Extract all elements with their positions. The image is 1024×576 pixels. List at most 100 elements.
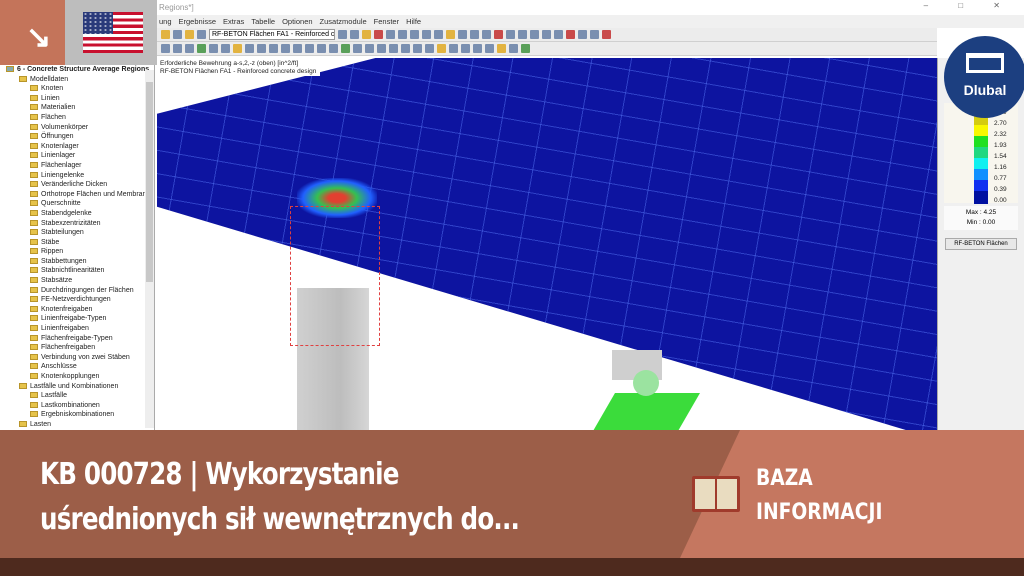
folder-icon [19,420,27,427]
tree-item[interactable]: Materialien [0,103,154,113]
legend-value: 1.54 [994,153,1007,160]
folder-icon [19,382,27,389]
tree-item[interactable]: Modelldaten [0,75,154,85]
tree-item-label: Stabexzentrizitäten [41,219,101,227]
folder-icon [30,305,38,312]
menu-item[interactable]: Extras [223,17,244,26]
tree-item[interactable]: Flächenlager [0,161,154,171]
slab-surface [157,58,937,430]
tree-item[interactable]: Lastkombinationen [0,401,154,411]
menu-item[interactable]: Zusatzmodule [320,17,367,26]
tree-item-label: Veränderliche Dicken [41,181,108,189]
menu-item[interactable]: ung [159,17,172,26]
menu-item[interactable]: Optionen [282,17,312,26]
rf-beton-button[interactable]: RF-BETON Flächen [945,238,1017,250]
legend-value: 1.93 [994,142,1007,149]
folder-icon [30,401,38,408]
tree-item[interactable]: Stabsätze [0,276,154,286]
tree-item[interactable]: Lastfälle [0,391,154,401]
tree-item[interactable]: Stabexzentrizitäten [0,219,154,229]
folder-icon [30,267,38,274]
folder-icon [30,238,38,245]
tree-item[interactable]: Öffnungen [0,132,154,142]
folder-icon [30,142,38,149]
tree-item[interactable]: Stabbettungen [0,257,154,267]
folder-icon [30,200,38,207]
tree-item-label: Öffnungen [41,133,74,141]
support-plate [589,393,700,430]
tree-item[interactable]: Knoten [0,84,154,94]
folder-icon [30,171,38,178]
tree-item[interactable]: Anschlüsse [0,362,154,372]
model-viewport[interactable]: Erforderliche Bewehrung a-s,2,-z (oben) … [157,58,937,430]
tree-item[interactable]: Stabteilungen [0,228,154,238]
window-controls[interactable]: – □ ✕ [924,1,1014,10]
module-combo[interactable]: RF-BETON Flächen FA1 - Reinforced co [209,29,335,40]
tree-item[interactable]: Linienfreigabe-Typen [0,314,154,324]
folder-icon [30,257,38,264]
tree-item-label: Stabteilungen [41,229,84,237]
toolbar-1: RF-BETON Flächen FA1 - Reinforced co [157,28,937,42]
tree-item-label: Stabsätze [41,277,73,285]
tree-item[interactable]: Linien [0,94,154,104]
tree-item[interactable]: Linienlager [0,151,154,161]
tree-item[interactable]: Lasten [0,420,154,430]
tree-item[interactable]: Ergebniskombinationen [0,410,154,420]
tree-item[interactable]: Knotenfreigaben [0,305,154,315]
tree-item[interactable]: Flächenfreigaben [0,343,154,353]
us-flag-icon[interactable] [83,12,143,53]
menu-item[interactable]: Tabelle [251,17,275,26]
tree-item[interactable]: Querschnitte [0,199,154,209]
tree-item[interactable]: Linienfreigaben [0,324,154,334]
tree-item-label: Linienfreigabe-Typen [41,315,107,323]
folder-icon [30,113,38,120]
tree-item[interactable]: Orthotrope Flächen und Membran [0,190,154,200]
tree-item[interactable]: Flächen [0,113,154,123]
tree-item[interactable]: Rippen [0,247,154,257]
info-line: RF-BETON Flächen FA1 - Reinforced concre… [160,68,317,75]
tree-item-label: Modelldaten [30,75,69,83]
legend-value: 0.00 [994,197,1007,204]
tree-scrollbar[interactable] [145,70,154,428]
legend-value: 2.70 [994,120,1007,127]
tree-item-label: Orthotrope Flächen und Membran [41,190,147,198]
tree-item[interactable]: Flächenfreigabe-Typen [0,334,154,344]
tree-item[interactable]: Knotenlager [0,142,154,152]
category-line-1: BAZA [756,466,813,491]
folder-icon [19,75,27,82]
window-title: Regions*] [159,3,194,12]
folder-icon [30,104,38,111]
folder-icon [30,277,38,284]
book-icon [692,476,740,512]
legend-value: 2.32 [994,131,1007,138]
tree-root[interactable]: 6 - Concrete Structure Average Regions [0,65,154,75]
tree-item-label: Stabnichtlinearitäten [41,267,105,275]
tree-item[interactable]: Lastfälle und Kombinationen [0,382,154,392]
tree-item[interactable]: Stäbe [0,238,154,248]
title-line-1: KB 000728 | Wykorzystanie [40,457,399,492]
folder-icon [30,123,38,130]
title-line-2: uśrednionych sił wewnętrznych do... [40,502,520,537]
tree-item[interactable]: Stabendgelenke [0,209,154,219]
tree-item[interactable]: Liniengelenke [0,171,154,181]
tree-item[interactable]: Veränderliche Dicken [0,180,154,190]
tree-item[interactable]: Volumenkörper [0,123,154,133]
tree-item-label: Flächen [41,113,66,121]
menu-item[interactable]: Hilfe [406,17,421,26]
bridge-icon [966,53,1004,73]
menu-item[interactable]: Fenster [374,17,399,26]
tree-item-label: Stäbe [41,238,60,246]
category-line-2: INFORMACJI [756,500,883,525]
tree-item[interactable]: Verbindung von zwei Stäben [0,353,154,363]
folder-icon [30,392,38,399]
tree-item[interactable]: Durchdringungen der Flächen [0,286,154,296]
tree-item[interactable]: Knotenkopplungen [0,372,154,382]
dlubal-logo: Dlubal [944,36,1024,118]
tree-item[interactable]: Stabnichtlinearitäten [0,266,154,276]
tree-item[interactable]: FE-Netzverdichtungen [0,295,154,305]
article-title: KB 000728 | Wykorzystanie uśrednionych si… [40,452,520,542]
menu-item[interactable]: Ergebnisse [179,17,217,26]
folder-icon [30,190,38,197]
tree-item-label: Lastfälle [41,392,68,400]
tree-item-label: Knotenfreigaben [41,305,93,313]
